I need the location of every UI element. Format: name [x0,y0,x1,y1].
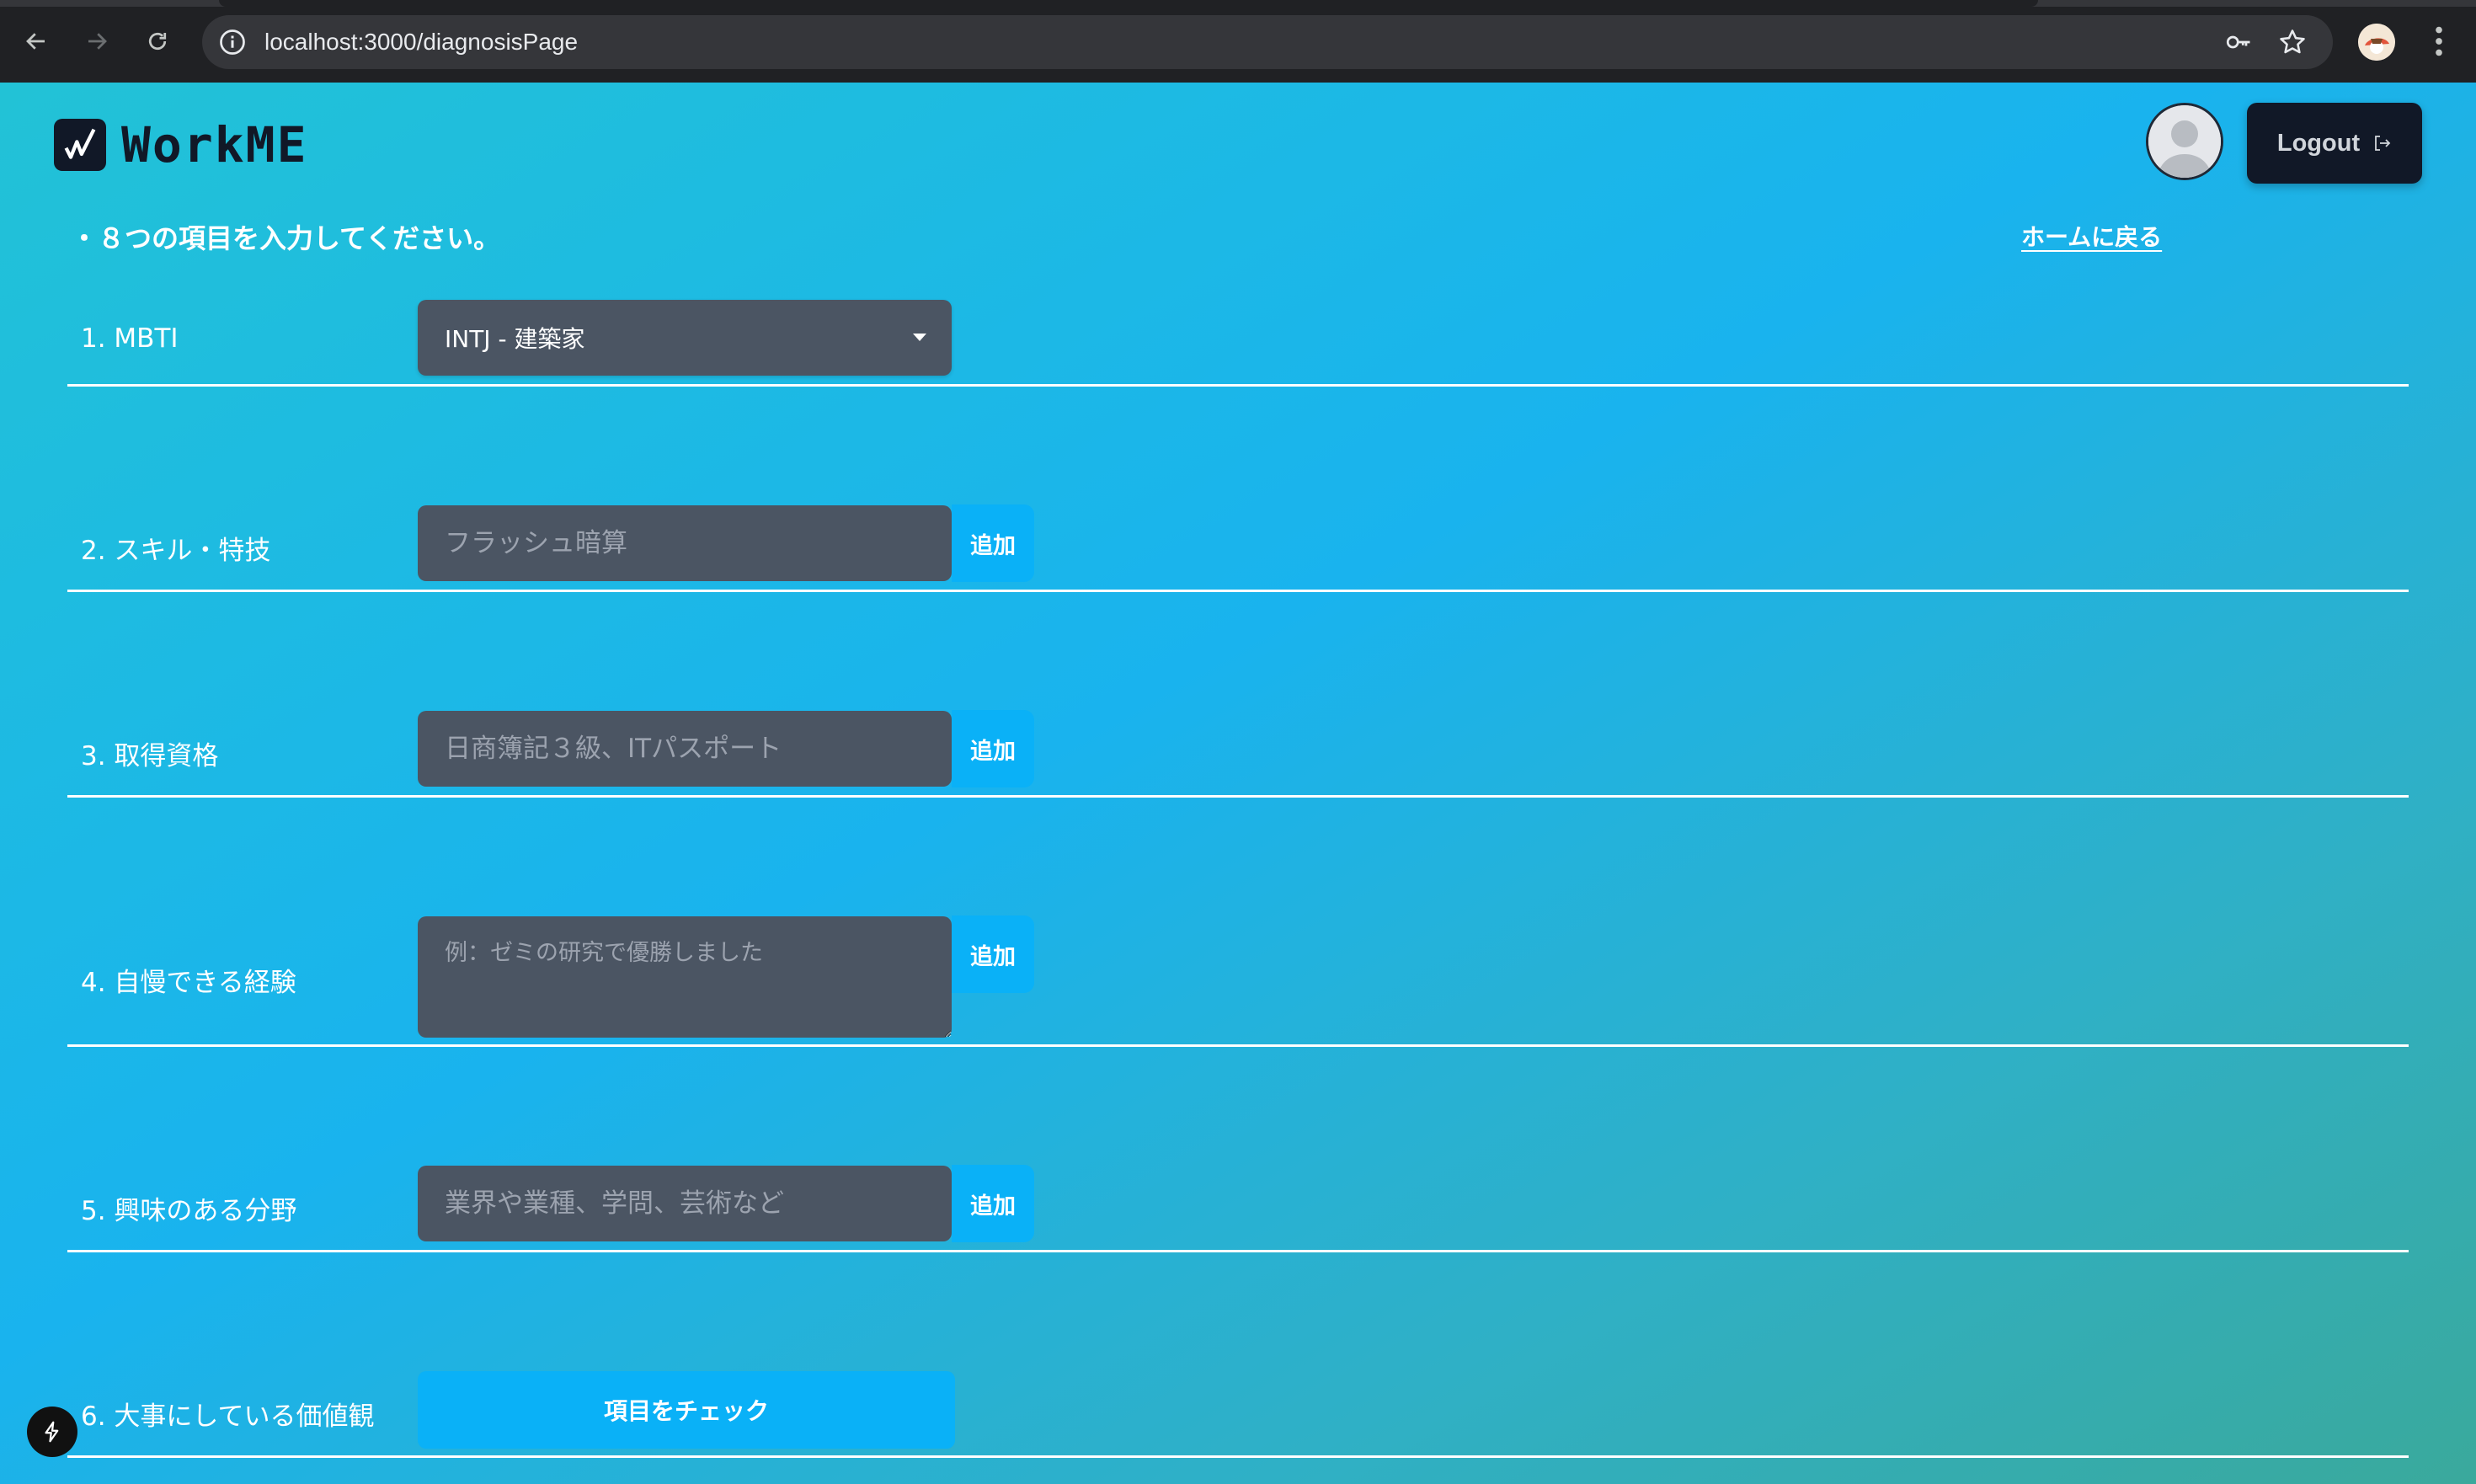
back-icon[interactable] [17,22,56,61]
mbti-select[interactable]: INTJ - 建築家 [418,300,952,376]
skills-label: 2. スキル・特技 [81,536,271,566]
profile-icon[interactable] [2358,24,2395,61]
experience-label: 4. 自慢できる経験 [81,968,296,998]
star-icon[interactable] [2277,27,2308,57]
reload-icon[interactable] [138,22,177,61]
qualifications-add-button[interactable]: 追加 [952,710,1034,787]
instruction-text: ・８つの項目を入力してください。 [71,222,501,254]
row-divider [67,795,2409,798]
logo[interactable]: WorkME [54,116,308,173]
logout-icon [2375,136,2391,151]
logout-button[interactable]: Logout [2247,103,2422,184]
row-divider [67,1250,2409,1252]
lightning-icon[interactable] [27,1407,77,1457]
key-icon[interactable] [2223,27,2254,57]
interests-label: 5. 興味のある分野 [81,1196,297,1226]
row-divider [67,1455,2409,1458]
interests-add-button[interactable]: 追加 [952,1165,1034,1242]
row-divider [67,1044,2409,1047]
address-bar[interactable]: localhost:3000/diagnosisPage [202,15,2333,69]
experience-add-button[interactable]: 追加 [952,915,1034,993]
skills-input[interactable] [418,505,952,581]
browser-toolbar: localhost:3000/diagnosisPage [0,0,2476,83]
check-items-button[interactable]: 項目をチェック [418,1371,955,1449]
logo-check-icon [54,119,106,171]
qualifications-input[interactable] [418,711,952,787]
experience-textarea[interactable] [418,916,952,1038]
menu-icon[interactable] [2422,22,2456,61]
row-divider [67,384,2409,387]
home-link[interactable]: ホームに戻る [2021,219,2162,253]
qualifications-label: 3. 取得資格 [81,741,219,771]
user-avatar[interactable] [2146,103,2223,180]
interests-input[interactable] [418,1166,952,1241]
row-divider [67,590,2409,592]
mbti-selected-value: INTJ - 建築家 [445,325,585,353]
mbti-label: 1. MBTI [81,323,179,354]
logo-text: WorkME [121,116,308,173]
logout-label: Logout [2276,129,2361,157]
caret-down-icon [913,334,926,341]
info-icon[interactable] [217,27,248,57]
diagnosis-page: WorkME Logout ・８つの項目を入力してください。 ホームに戻る 1.… [0,83,2476,1484]
url-text[interactable]: localhost:3000/diagnosisPage [264,15,578,69]
tab-strip [0,0,2476,7]
forward-icon[interactable] [77,22,116,61]
values-label: 6. 大事にしている価値観 [81,1401,375,1432]
skills-add-button[interactable]: 追加 [952,504,1034,582]
